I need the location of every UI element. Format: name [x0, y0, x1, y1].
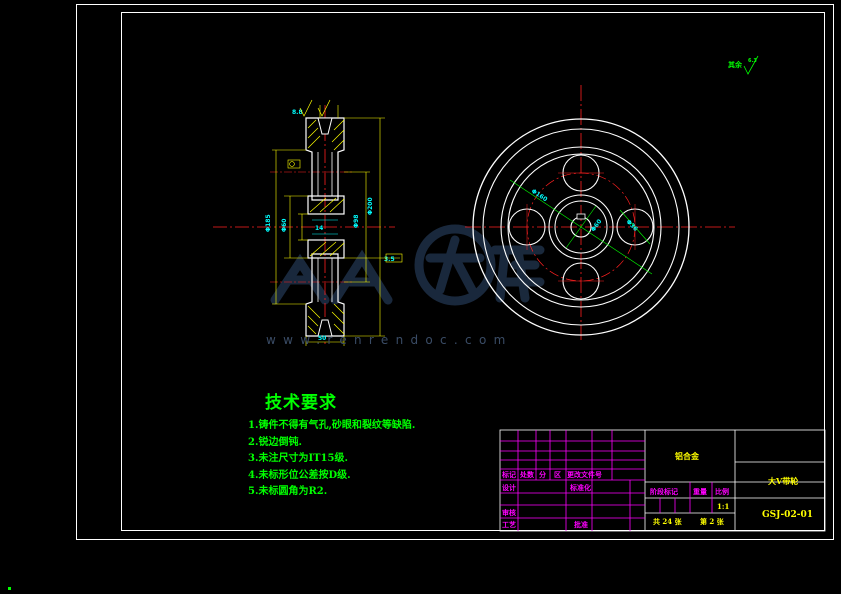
section-view: Φ200 Φ98 Φ185 Φ60 50 14 8.8 3.5 — [213, 99, 403, 346]
svg-text:Φ60: Φ60 — [590, 218, 603, 233]
tech-requirements-title: 技术要求 — [265, 393, 337, 413]
header-stage-mark: 阶段标记 — [650, 487, 678, 496]
svg-text:Φ98: Φ98 — [353, 215, 360, 228]
header-standardize: 标准化 — [570, 483, 591, 492]
header-mark: 标记 — [502, 470, 516, 479]
part-name: 大V带轮 — [768, 476, 799, 486]
header-zone: 分 — [539, 470, 546, 479]
tech-requirements-list: 1.铸件不得有气孔,砂眼和裂纹等缺陷. 2.锐边倒钝. 3.未注尺寸为IT15级… — [248, 418, 415, 501]
header-scale: 比例 — [715, 487, 729, 496]
header-weight: 重量 — [693, 487, 707, 496]
header-process: 工艺 — [502, 520, 516, 529]
tech-requirement-item: 2.锐边倒钝. — [248, 436, 302, 448]
material-label: 铝合金 — [675, 451, 699, 461]
tech-requirement-item: 3.未注尺寸为IT15级. — [248, 453, 348, 464]
header-zone2: 区 — [554, 470, 561, 479]
tech-requirement-item: 1.铸件不得有气孔,砂眼和裂纹等缺陷. — [248, 420, 416, 431]
roughness-symbol: 6.3 — [743, 55, 759, 75]
scale-value: 1:1 — [717, 502, 730, 511]
svg-text:6.3: 6.3 — [748, 58, 757, 64]
watermark-url: www.renrendoc.com — [266, 333, 513, 347]
sheet-number: 第 2 张 — [700, 517, 724, 526]
svg-text:Φ200: Φ200 — [367, 197, 374, 215]
tech-requirement-item: 5.未标圆角为R2. — [248, 486, 328, 497]
tech-requirement-item: 4.未标形位公差按D级. — [248, 469, 351, 481]
header-design: 设计 — [502, 483, 516, 492]
cad-drawing-canvas: Φ200 Φ98 Φ185 Φ60 50 14 8.8 3.5 Φ160 Φ60… — [213, 55, 826, 532]
svg-text:Φ160: Φ160 — [530, 188, 549, 203]
svg-text:Φ60: Φ60 — [281, 219, 288, 232]
svg-text:Φ36: Φ36 — [625, 218, 639, 232]
header-change-doc: 更改文件号 — [567, 470, 602, 479]
roughness-other-label: 其余 — [728, 60, 742, 69]
svg-text:Φ185: Φ185 — [265, 214, 272, 232]
total-sheets: 共 24 张 — [653, 517, 682, 526]
drawing-number: GSJ-02-01 — [762, 510, 813, 520]
svg-text:14: 14 — [315, 225, 323, 232]
header-count: 处数 — [520, 470, 534, 479]
header-approve: 批准 — [574, 520, 588, 529]
header-review: 审核 — [502, 508, 516, 517]
front-view: Φ160 Φ60 Φ36 — [465, 85, 735, 340]
corner-marker — [8, 587, 11, 590]
